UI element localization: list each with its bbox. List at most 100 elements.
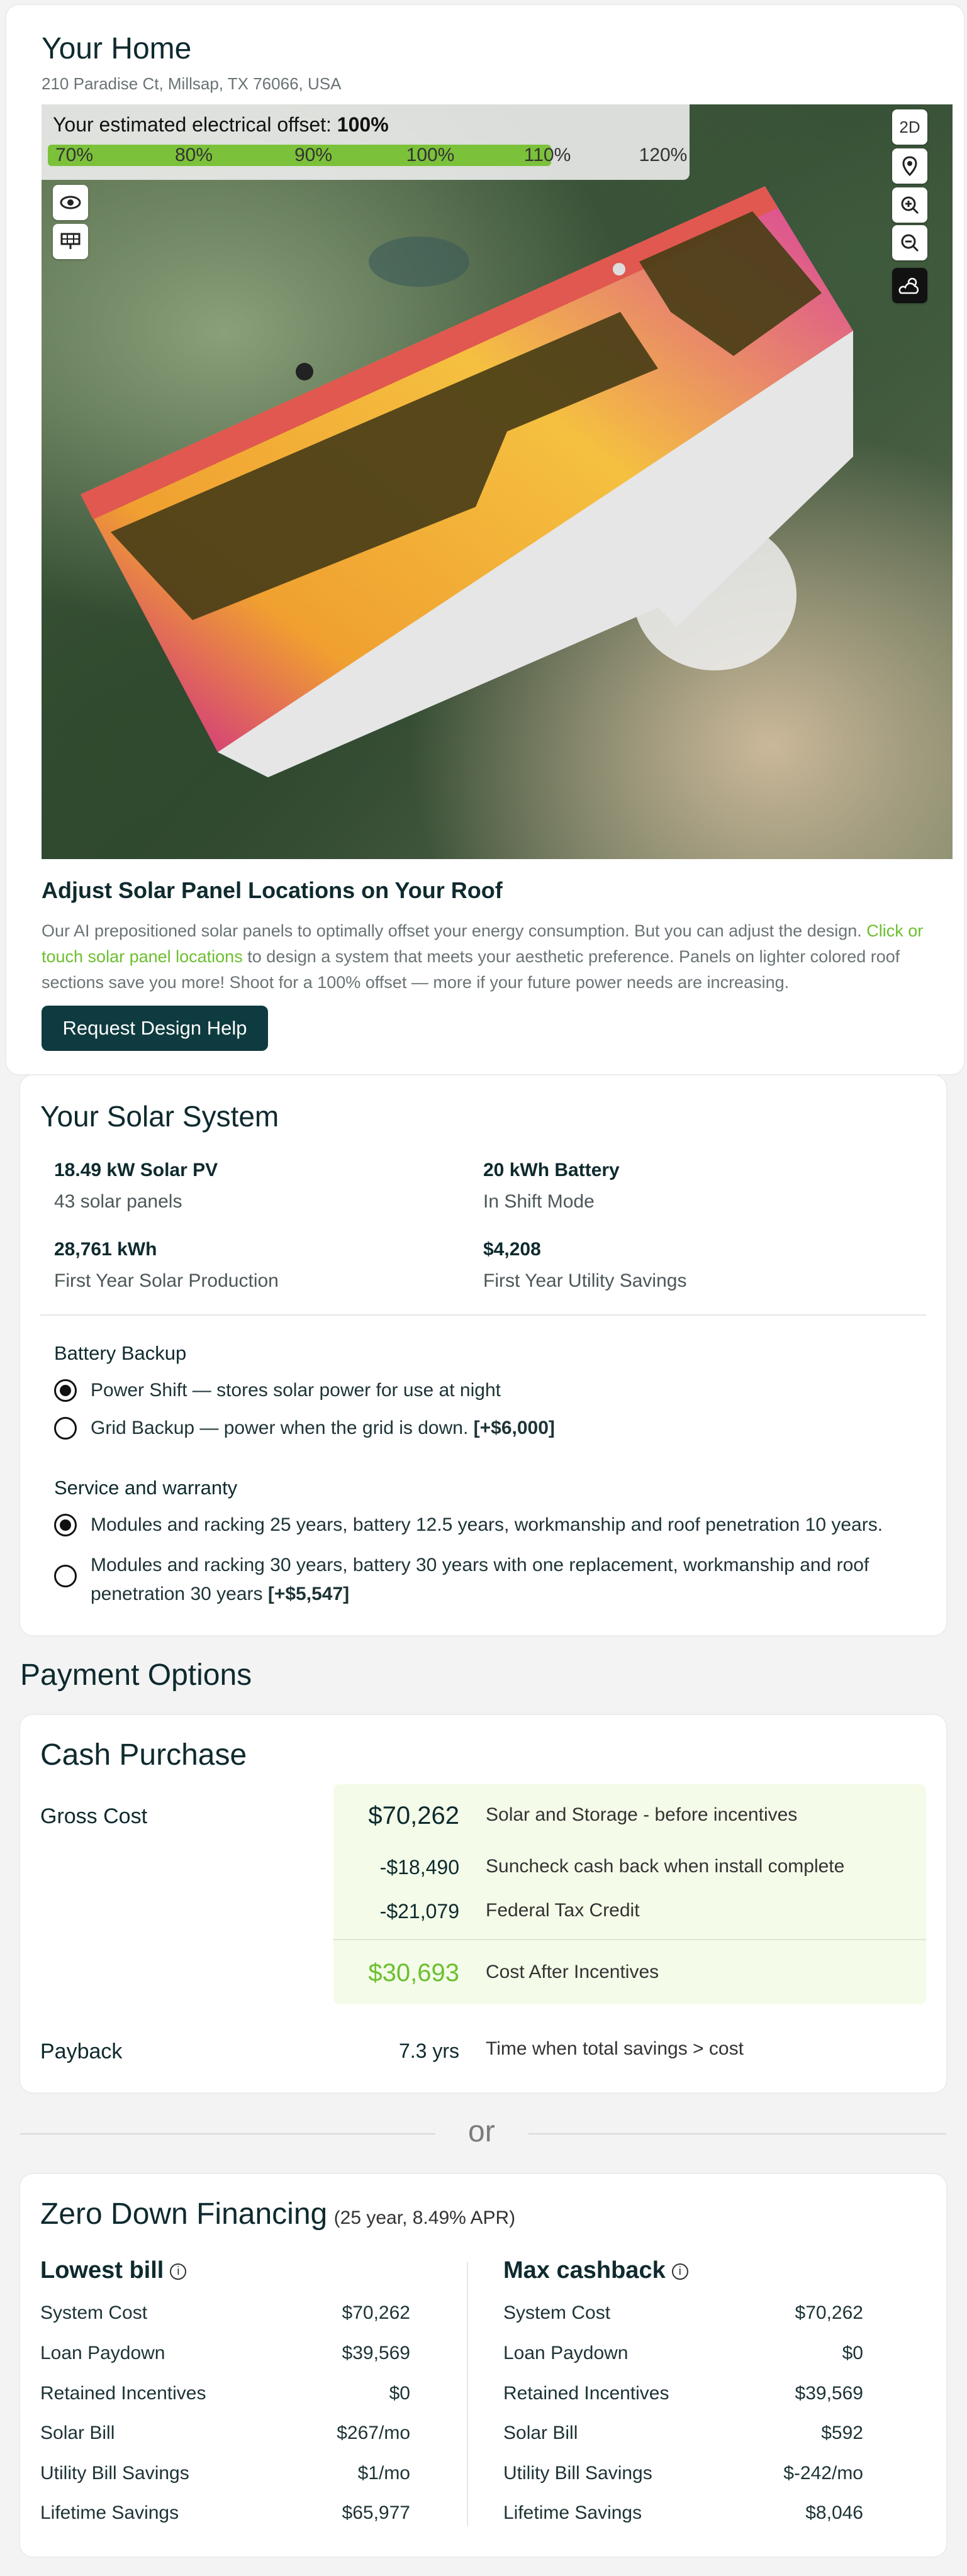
battery-option-power-shift[interactable]: Power Shift — stores solar power for use… [54, 1376, 501, 1405]
stat-label: In Shift Mode [483, 1191, 595, 1212]
row-value: $8,046 [805, 2502, 863, 2523]
row-label: Solar Bill [503, 2423, 578, 2443]
payback-label: Payback [40, 2040, 123, 2063]
row-label: System Cost [503, 2302, 611, 2323]
row-label: Utility Bill Savings [40, 2463, 189, 2484]
gross-cost-desc: Solar and Storage - before incentives [486, 1804, 798, 1825]
option-price: [+$6,000] [473, 1418, 555, 1438]
row-label: Retained Incentives [503, 2383, 669, 2404]
info-icon[interactable]: i [170, 2263, 187, 2280]
warranty-option-extended[interactable]: Modules and racking 30 years, battery 30… [54, 1551, 935, 1609]
weather-icon[interactable] [892, 268, 927, 303]
radio-unselected[interactable] [54, 1417, 77, 1440]
row-value: $0 [389, 2383, 410, 2404]
warranty-heading: Service and warranty [54, 1477, 238, 1499]
tax-credit-amount: -$21,079 [379, 1900, 459, 1923]
financing-subtitle: (25 year, 8.49% APR) [333, 2207, 516, 2228]
financing-header: Zero Down Financing (25 year, 8.49% APR) [40, 2197, 515, 2231]
zoom-in-icon[interactable] [892, 187, 927, 223]
solar-system-title: Your Solar System [40, 1100, 279, 1133]
row-label: Lifetime Savings [40, 2502, 179, 2523]
lowest-bill-heading: Lowest bill i [40, 2257, 187, 2284]
divider [333, 1939, 926, 1940]
row-label: Solar Bill [40, 2423, 115, 2443]
or-divider-left [20, 2133, 435, 2135]
row-value: $-242/mo [783, 2463, 863, 2484]
option-price: [+$5,547] [267, 1584, 350, 1604]
radio-unselected[interactable] [54, 1565, 77, 1587]
row-label: System Cost [40, 2302, 148, 2323]
payback-desc: Time when total savings > cost [486, 2038, 744, 2059]
row-label: Loan Paydown [40, 2343, 165, 2363]
roof-map[interactable]: Your estimated electrical offset: 100% 7… [42, 104, 953, 859]
offset-tick: 90% [294, 145, 333, 165]
adjust-description: Our AI prepositioned solar panels to opt… [42, 918, 947, 996]
offset-tick: 110% [523, 145, 571, 165]
stat-value: 18.49 kW Solar PV [54, 1160, 218, 1180]
suncheck-desc: Suncheck cash back when install complete [486, 1856, 845, 1877]
or-divider-right [528, 2133, 946, 2135]
info-icon[interactable]: i [671, 2263, 688, 2280]
row-label: Utility Bill Savings [503, 2463, 652, 2484]
row-value: $39,569 [342, 2343, 410, 2363]
offset-tick: 120% [639, 145, 688, 165]
request-design-help-button[interactable]: Request Design Help [42, 1006, 268, 1051]
column-heading-text: Max cashback [503, 2257, 666, 2284]
net-cost-desc: Cost After Incentives [486, 1962, 659, 1982]
offset-value: 100% [337, 113, 389, 136]
row-value: $592 [821, 2423, 863, 2443]
row-label: Retained Incentives [40, 2383, 206, 2404]
roof-3d-render[interactable] [42, 104, 953, 859]
solar-panel-icon[interactable] [53, 224, 88, 259]
row-value: $65,977 [342, 2502, 410, 2523]
offset-label: Your estimated electrical offset: 100% [53, 113, 389, 136]
eye-icon[interactable] [53, 185, 88, 220]
offset-bar: 70% 80% 90% 100% 110% 120% [48, 145, 687, 166]
stat-label: 43 solar panels [54, 1191, 182, 1212]
option-text: Power Shift — stores solar power for use… [91, 1380, 501, 1401]
offset-panel: Your estimated electrical offset: 100% 7… [42, 104, 690, 180]
radio-selected[interactable] [54, 1379, 77, 1402]
radio-selected[interactable] [54, 1514, 77, 1536]
option-text: Modules and racking 30 years, battery 30… [91, 1555, 869, 1604]
view-2d-button[interactable]: 2D [892, 109, 927, 145]
financing-card: Zero Down Financing (25 year, 8.49% APR)… [20, 2174, 946, 2557]
option-text: Modules and racking 25 years, battery 12… [91, 1514, 883, 1535]
adjust-title: Adjust Solar Panel Locations on Your Roo… [42, 877, 503, 903]
offset-label-text: Your estimated electrical offset: [53, 113, 337, 136]
option-text: Grid Backup — power when the grid is dow… [91, 1418, 474, 1438]
divider [40, 1314, 926, 1316]
payment-options-title: Payment Options [20, 1658, 252, 1692]
row-label: Lifetime Savings [503, 2502, 642, 2523]
battery-option-grid-backup[interactable]: Grid Backup — power when the grid is dow… [54, 1414, 555, 1443]
stat-value: 20 kWh Battery [483, 1160, 620, 1180]
max-cashback-heading: Max cashback i [503, 2257, 688, 2284]
stat-label: First Year Solar Production [54, 1270, 279, 1291]
adjust-body-text: Our AI prepositioned solar panels to opt… [42, 921, 867, 940]
row-label: Loan Paydown [503, 2343, 629, 2363]
gross-cost-amount: $70,262 [368, 1802, 459, 1829]
cash-purchase-title: Cash Purchase [40, 1738, 247, 1772]
row-value: $267/mo [337, 2423, 410, 2443]
financing-title: Zero Down Financing [40, 2197, 328, 2231]
offset-tick: 70% [55, 145, 94, 165]
location-pin-icon[interactable] [892, 148, 927, 184]
row-value: $70,262 [342, 2302, 410, 2323]
page-title: Your Home [42, 32, 192, 65]
stat-value: 28,761 kWh [54, 1239, 157, 1260]
row-value: $70,262 [795, 2302, 863, 2323]
battery-backup-heading: Battery Backup [54, 1342, 187, 1364]
row-value: $1/mo [357, 2463, 410, 2484]
zoom-out-icon[interactable] [892, 225, 927, 260]
gross-cost-label: Gross Cost [40, 1804, 148, 1828]
stat-value: $4,208 [483, 1239, 541, 1260]
address: 210 Paradise Ct, Millsap, TX 76066, USA [42, 74, 342, 93]
payback-value: 7.3 yrs [398, 2040, 459, 2062]
offset-tick: 100% [406, 145, 455, 165]
warranty-option-standard[interactable]: Modules and racking 25 years, battery 12… [54, 1511, 935, 1540]
solar-system-card: Your Solar System 18.49 kW Solar PV 43 s… [20, 1075, 946, 1635]
incentives-panel: $70,262 Solar and Storage - before incen… [333, 1784, 926, 2004]
stat-label: First Year Utility Savings [483, 1270, 687, 1291]
suncheck-amount: -$18,490 [379, 1856, 459, 1879]
row-value: $0 [842, 2343, 863, 2363]
